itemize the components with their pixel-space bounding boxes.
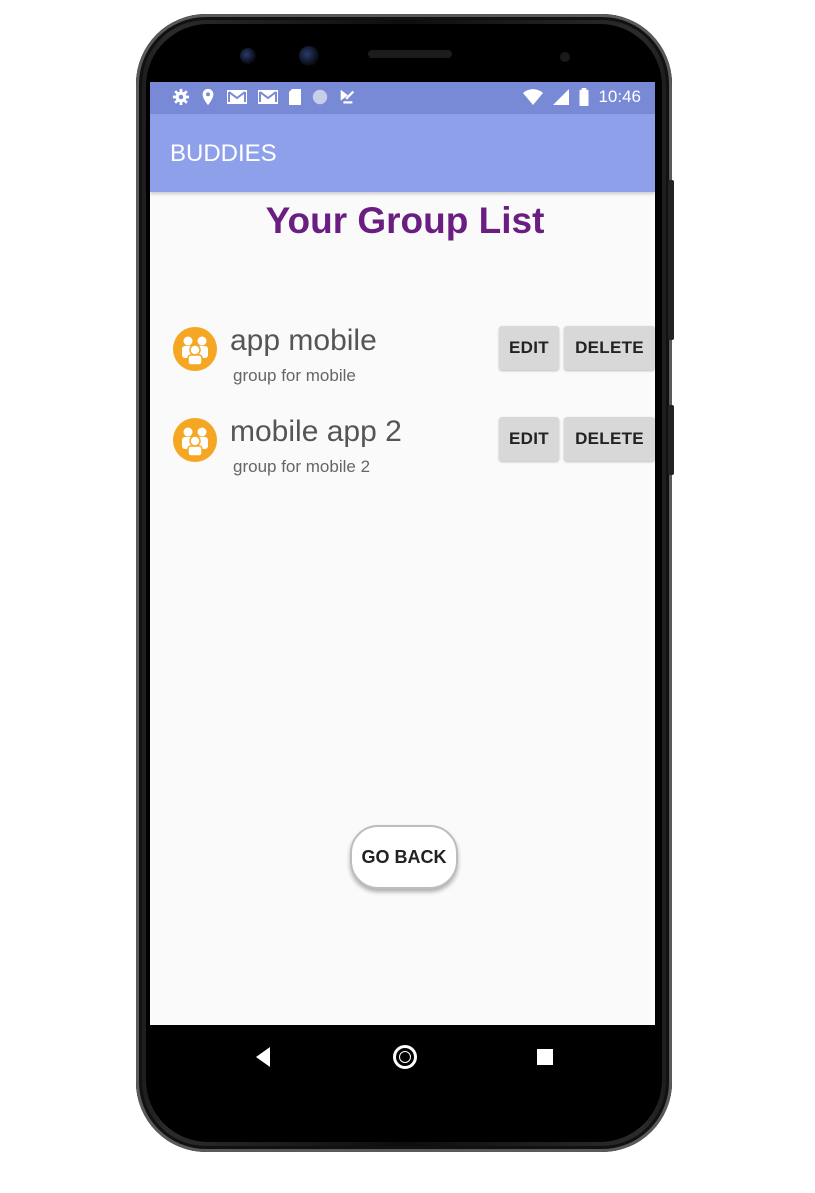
clock: 10:46 <box>598 87 641 106</box>
status-bar: 10:46 <box>150 82 655 114</box>
battery-icon <box>579 88 589 106</box>
group-description: group for mobile 2 <box>233 457 371 476</box>
group-row[interactable]: mobile app 2 group for mobile 2 EDIT DEL… <box>150 415 655 487</box>
wifi-icon <box>523 89 544 105</box>
earpiece-speaker <box>368 50 452 58</box>
delete-button[interactable]: DELETE <box>564 326 655 370</box>
group-icon <box>173 418 217 462</box>
edit-button[interactable]: EDIT <box>499 326 559 370</box>
signal-icon <box>553 89 570 105</box>
delete-button[interactable]: DELETE <box>564 417 655 461</box>
location-icon <box>202 88 214 106</box>
screen: 10:46 BUDDIES Your Group List app mobile… <box>150 82 655 1025</box>
back-icon[interactable] <box>256 1047 270 1067</box>
navigation-bar <box>150 1025 655 1090</box>
group-description: group for mobile <box>233 366 356 385</box>
circle-icon <box>312 89 328 105</box>
group-name: app mobile <box>230 324 377 357</box>
power-button <box>668 405 674 475</box>
proximity-sensor <box>560 52 570 62</box>
go-back-button[interactable]: GO BACK <box>350 825 458 889</box>
gmail-icon <box>258 90 278 104</box>
group-row[interactable]: app mobile group for mobile EDIT DELETE <box>150 324 655 396</box>
sd-card-icon <box>289 89 301 105</box>
settings-icon <box>172 88 190 106</box>
recents-icon[interactable] <box>537 1049 553 1065</box>
home-icon[interactable] <box>393 1045 417 1069</box>
front-camera <box>299 46 319 66</box>
front-sensor <box>240 48 256 64</box>
app-notification-icon <box>340 89 355 104</box>
app-bar: BUDDIES <box>150 114 655 192</box>
volume-button <box>668 180 674 340</box>
app-title: BUDDIES <box>170 140 277 167</box>
edit-button[interactable]: EDIT <box>499 417 559 461</box>
group-name: mobile app 2 <box>230 415 402 448</box>
page-title: Your Group List <box>265 200 545 241</box>
group-icon <box>173 327 217 371</box>
gmail-icon <box>227 90 247 104</box>
